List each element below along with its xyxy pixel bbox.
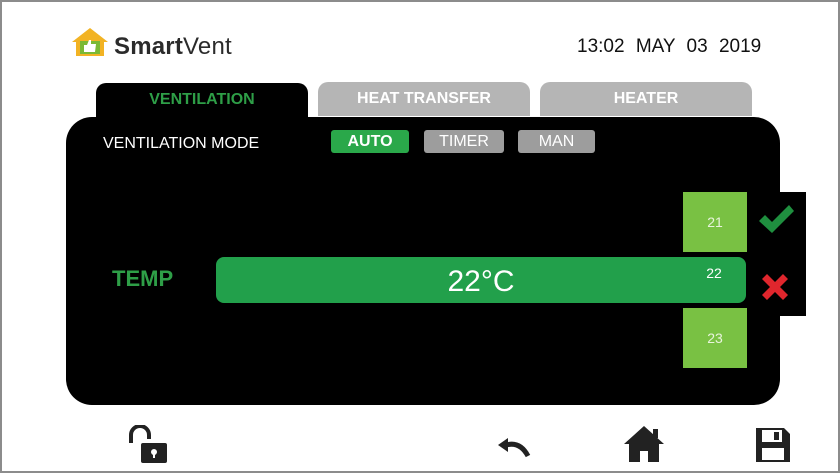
time: 13:02 xyxy=(577,36,625,57)
house-thumbs-up-icon xyxy=(72,28,108,56)
picker-option-21[interactable]: 21 xyxy=(683,192,747,252)
mode-auto-button[interactable]: AUTO xyxy=(331,130,409,153)
picker-option-23[interactable]: 23 xyxy=(683,308,747,368)
check-icon[interactable] xyxy=(756,200,796,240)
ventilation-mode-label: VENTILATION MODE xyxy=(103,135,260,152)
brand-name: SmartVent xyxy=(114,33,232,61)
temp-value: 22°C xyxy=(447,265,515,298)
tab-heater[interactable]: HEATER xyxy=(540,82,752,116)
clock: 13:02 MAY 03 2019 xyxy=(577,36,761,58)
tab-heat-transfer[interactable]: HEAT TRANSFER xyxy=(318,82,530,116)
mode-man-button[interactable]: MAN xyxy=(518,130,595,153)
date: MAY 03 2019 xyxy=(635,36,762,57)
mode-timer-button[interactable]: TIMER xyxy=(424,130,504,153)
temp-label: TEMP xyxy=(112,266,174,291)
home-icon[interactable] xyxy=(622,424,666,464)
temp-value-field[interactable]: 22°C xyxy=(216,257,746,303)
close-icon[interactable] xyxy=(758,270,792,304)
picker-option-22[interactable]: 22 xyxy=(700,265,728,281)
save-icon[interactable] xyxy=(754,426,792,464)
brand-light: Vent xyxy=(183,33,232,60)
unlock-icon[interactable] xyxy=(127,425,169,465)
brand-bold: Smart xyxy=(114,33,184,60)
undo-icon[interactable] xyxy=(496,430,532,460)
